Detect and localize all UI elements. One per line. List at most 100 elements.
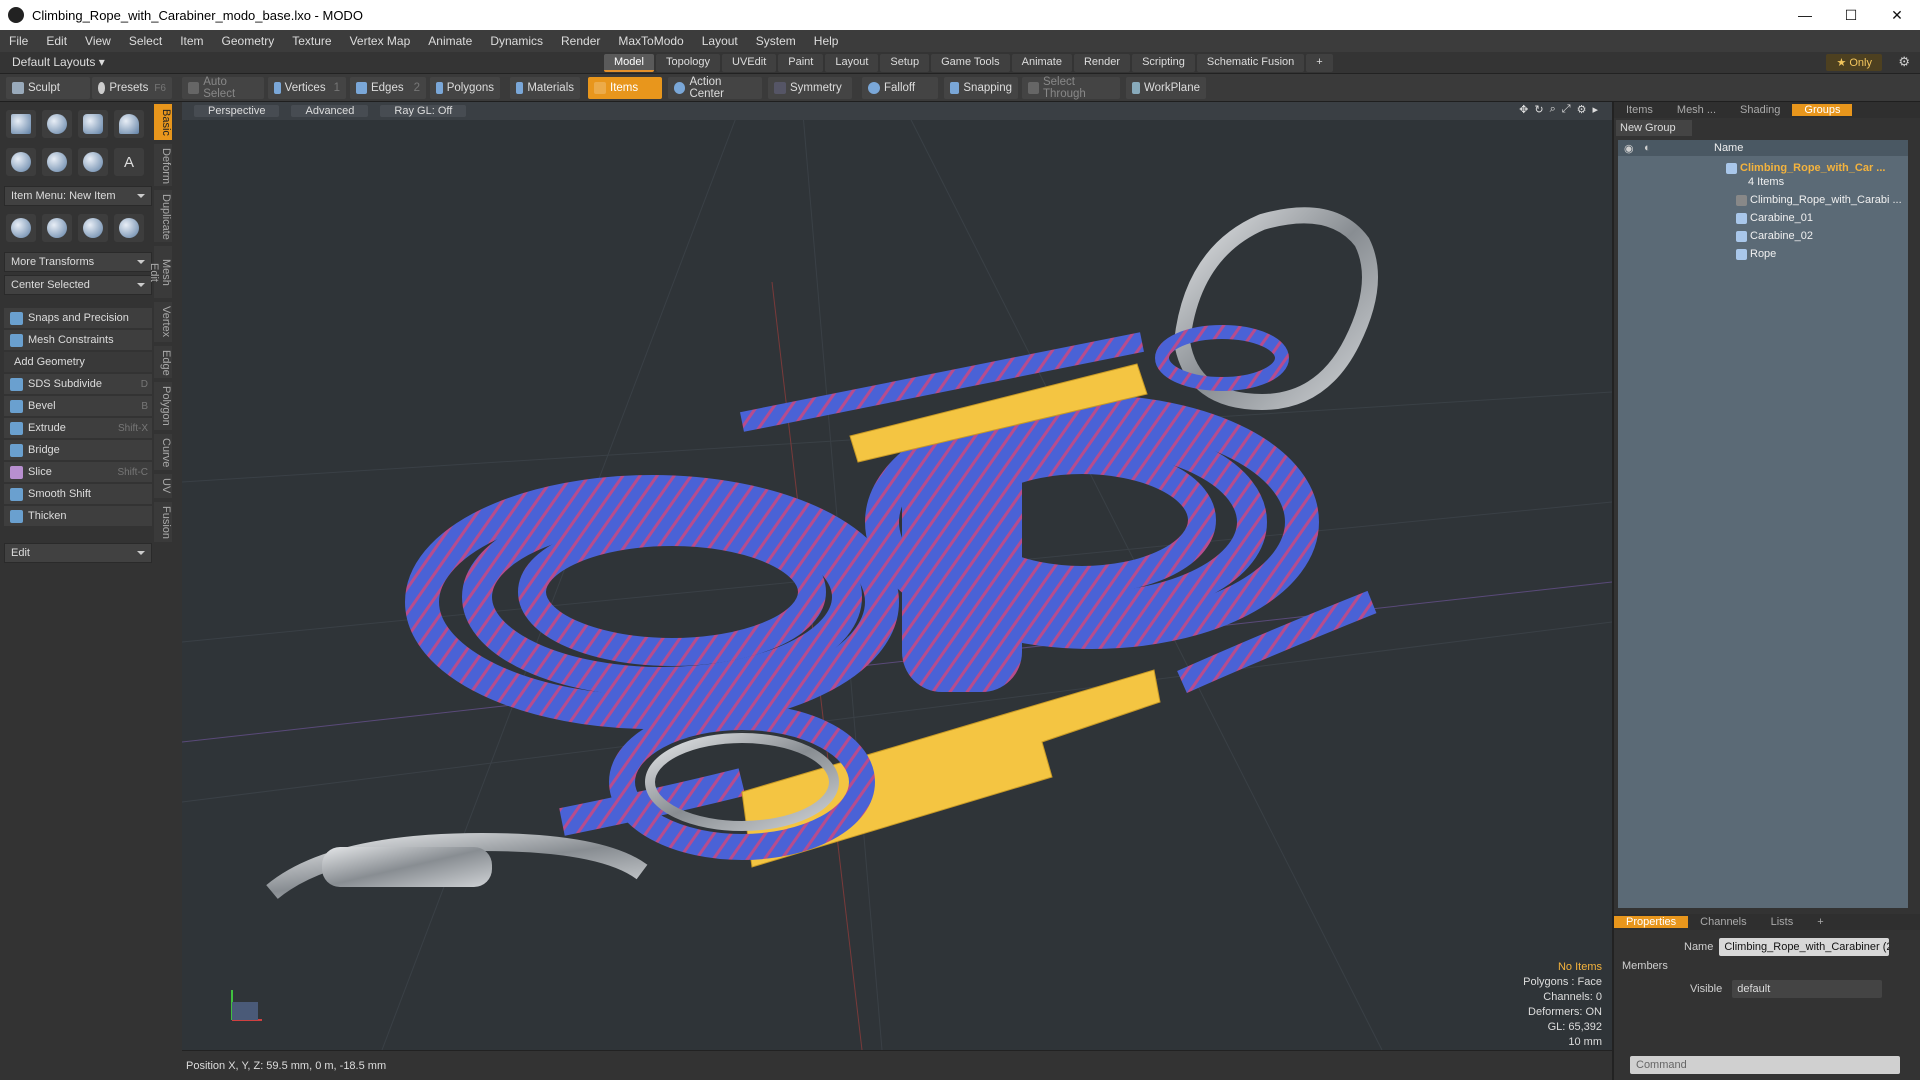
menu-vertex-map[interactable]: Vertex Map xyxy=(341,34,420,48)
vtab-vertex[interactable]: Vertex xyxy=(154,302,172,342)
cone-tool[interactable] xyxy=(114,110,144,138)
tab-layout[interactable]: Layout xyxy=(825,54,879,72)
lock-icon[interactable]: ◐ xyxy=(1644,142,1651,154)
select-through-button[interactable]: Select Through xyxy=(1022,76,1120,100)
rotate-tool[interactable] xyxy=(42,214,72,242)
falloff-button[interactable]: Falloff xyxy=(862,77,938,99)
tab-animate[interactable]: Animate xyxy=(1011,54,1072,72)
move-tool[interactable] xyxy=(6,214,36,242)
auto-select-button[interactable]: Auto Select xyxy=(182,76,264,100)
tab-game-tools[interactable]: Game Tools xyxy=(931,54,1010,72)
slice-button[interactable]: Slice Shift-C xyxy=(4,462,152,482)
viewport-gear-icon[interactable]: ⚙ xyxy=(1577,103,1587,116)
perspective-dropdown[interactable]: Perspective xyxy=(194,105,280,117)
center-selected-dropdown[interactable]: Center Selected xyxy=(4,275,152,295)
item-menu-dropdown[interactable]: Item Menu: New Item xyxy=(4,186,152,206)
symmetry-button[interactable]: Symmetry xyxy=(768,77,852,99)
minimize-icon[interactable]: — xyxy=(1782,0,1828,30)
orbit-icon[interactable]: ↻ xyxy=(1534,103,1543,116)
polygons-button[interactable]: Polygons xyxy=(430,77,500,99)
thicken-button[interactable]: Thicken xyxy=(4,506,152,526)
tab-render[interactable]: Render xyxy=(1073,54,1131,72)
vtab-curve[interactable]: Curve xyxy=(154,434,172,470)
menu-animate[interactable]: Animate xyxy=(419,34,481,48)
tab-channels[interactable]: Channels xyxy=(1688,916,1758,928)
cylinder-tool[interactable] xyxy=(78,110,108,138)
sculpt-button[interactable]: Sculpt xyxy=(6,77,90,99)
extrude-button[interactable]: Extrude Shift-X xyxy=(4,418,152,438)
gear-icon[interactable]: ⚙ xyxy=(1898,54,1910,70)
tab-lists[interactable]: Lists xyxy=(1759,916,1806,928)
menu-render[interactable]: Render xyxy=(552,34,609,48)
menu-item[interactable]: Item xyxy=(171,34,212,48)
tab-items[interactable]: Items xyxy=(1614,104,1665,116)
tab-model[interactable]: Model xyxy=(604,54,654,72)
text-tool[interactable]: A xyxy=(114,148,144,176)
menu-texture[interactable]: Texture xyxy=(283,34,340,48)
presets-button[interactable]: Presets F6 xyxy=(92,77,172,99)
advanced-dropdown[interactable]: Advanced xyxy=(291,105,369,117)
new-group-button[interactable]: New Group xyxy=(1616,120,1692,136)
sds-subdivide-button[interactable]: SDS Subdivide D xyxy=(4,374,152,394)
vtab-basic[interactable]: Basic xyxy=(154,104,172,140)
menu-help[interactable]: Help xyxy=(805,34,848,48)
tree-row-child-2[interactable]: Carabine_01 xyxy=(1618,210,1908,226)
vtab-polygon[interactable]: Polygon xyxy=(154,382,172,430)
pen-tool[interactable] xyxy=(78,148,108,176)
menu-system[interactable]: System xyxy=(747,34,805,48)
sphere-tool[interactable] xyxy=(42,110,72,138)
tab-mesh[interactable]: Mesh ... xyxy=(1665,104,1728,116)
tree-row-child-1[interactable]: Climbing_Rope_with_Carabi ... xyxy=(1618,192,1908,208)
menu-edit[interactable]: Edit xyxy=(37,34,76,48)
vtab-edge[interactable]: Edge xyxy=(154,346,172,378)
tab-groups[interactable]: Groups xyxy=(1792,104,1853,116)
action-center-button[interactable]: Action Center xyxy=(668,76,762,100)
tab-uvedit[interactable]: UVEdit xyxy=(722,54,777,72)
torus-tool[interactable] xyxy=(6,148,36,176)
members-row[interactable]: Members xyxy=(1622,960,1668,972)
command-input[interactable]: Command xyxy=(1630,1056,1900,1074)
raygl-toggle[interactable]: Ray GL: Off xyxy=(380,105,467,117)
default-layouts-dropdown[interactable]: Default Layouts ▾ xyxy=(12,55,105,69)
tab-paint[interactable]: Paint xyxy=(778,54,824,72)
eye-icon[interactable]: ◉ xyxy=(1624,142,1634,155)
smooth-shift-button[interactable]: Smooth Shift xyxy=(4,484,152,504)
scale-tool[interactable] xyxy=(78,214,108,242)
only-toggle[interactable]: ★ Only xyxy=(1826,54,1882,71)
vertices-button[interactable]: Vertices 1 xyxy=(268,77,346,99)
add-tab-button[interactable]: + xyxy=(1306,54,1333,72)
tree-row-child-4[interactable]: Rope xyxy=(1618,246,1908,262)
tab-setup[interactable]: Setup xyxy=(880,54,930,72)
edit-dropdown[interactable]: Edit xyxy=(4,543,152,563)
close-icon[interactable]: ✕ xyxy=(1874,0,1920,30)
bevel-button[interactable]: Bevel B xyxy=(4,396,152,416)
snapping-button[interactable]: Snapping xyxy=(944,77,1018,99)
tab-schematic-fusion[interactable]: Schematic Fusion xyxy=(1196,54,1305,72)
cube-tool[interactable] xyxy=(6,110,36,138)
bridge-button[interactable]: Bridge xyxy=(4,440,152,460)
fit-icon[interactable]: ⤢ xyxy=(1562,103,1571,116)
tab-properties[interactable]: Properties xyxy=(1614,916,1689,928)
menu-view[interactable]: View xyxy=(76,34,120,48)
vtab-fusion[interactable]: Fusion xyxy=(154,502,172,542)
name-field[interactable]: Climbing_Rope_with_Carabiner (2 xyxy=(1719,938,1890,956)
pan-icon[interactable]: ✥ xyxy=(1519,103,1528,116)
materials-button[interactable]: Materials xyxy=(510,77,580,99)
transform-tool[interactable] xyxy=(114,214,144,242)
items-button[interactable]: Items xyxy=(588,77,662,99)
add-properties-tab[interactable]: + xyxy=(1805,916,1835,928)
zoom-icon[interactable]: ⌕ xyxy=(1550,103,1556,116)
menu-geometry[interactable]: Geometry xyxy=(213,34,284,48)
menu-layout[interactable]: Layout xyxy=(693,34,747,48)
menu-file[interactable]: File xyxy=(0,34,37,48)
maximize-icon[interactable]: ☐ xyxy=(1828,0,1874,30)
vtab-uv[interactable]: UV xyxy=(154,474,172,498)
visible-dropdown[interactable]: default xyxy=(1732,980,1883,998)
3d-viewport[interactable]: Perspective Advanced Ray GL: Off ✥ ↻ ⌕ ⤢… xyxy=(182,102,1612,1050)
menu-maxtomodo[interactable]: MaxToModo xyxy=(609,34,692,48)
menu-select[interactable]: Select xyxy=(120,34,171,48)
mesh-constraints-button[interactable]: Mesh Constraints xyxy=(4,330,152,350)
tab-shading[interactable]: Shading xyxy=(1728,104,1792,116)
expand-arrow-icon[interactable]: ▸ xyxy=(1592,103,1598,116)
vtab-duplicate[interactable]: Duplicate xyxy=(154,190,172,242)
